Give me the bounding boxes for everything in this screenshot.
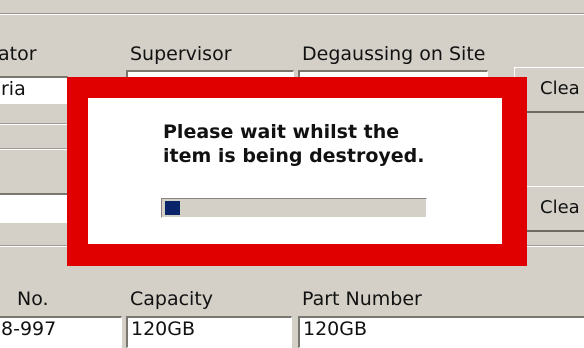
part-number-label: Part Number bbox=[302, 288, 422, 310]
serial-value: 8-997 bbox=[1, 318, 57, 340]
item-field[interactable] bbox=[0, 193, 68, 223]
progress-fill bbox=[165, 201, 180, 215]
dialog-message-line1: Please wait whilst the bbox=[163, 121, 400, 143]
window-top-border bbox=[0, 0, 584, 14]
part-number-field[interactable]: 120GB bbox=[298, 316, 584, 348]
capacity-label: Capacity bbox=[130, 288, 214, 310]
degaussing-label: Degaussing on Site bbox=[302, 43, 486, 65]
dialog-message: Please wait whilst the item is being des… bbox=[163, 120, 483, 168]
part-number-value: 120GB bbox=[303, 318, 368, 340]
destroy-progress-bar bbox=[161, 198, 427, 218]
serial-label: No. bbox=[17, 288, 49, 310]
capacity-field[interactable]: 120GB bbox=[126, 316, 292, 348]
capacity-value: 120GB bbox=[131, 318, 196, 340]
supervisor-label: Supervisor bbox=[130, 43, 232, 65]
dialog-message-line2: item is being destroyed. bbox=[163, 145, 425, 167]
operator-field[interactable]: ria bbox=[0, 76, 68, 104]
operator-value: ria bbox=[1, 78, 26, 100]
operator-label: ator bbox=[0, 43, 37, 65]
serial-field[interactable]: 8-997 bbox=[0, 316, 122, 348]
